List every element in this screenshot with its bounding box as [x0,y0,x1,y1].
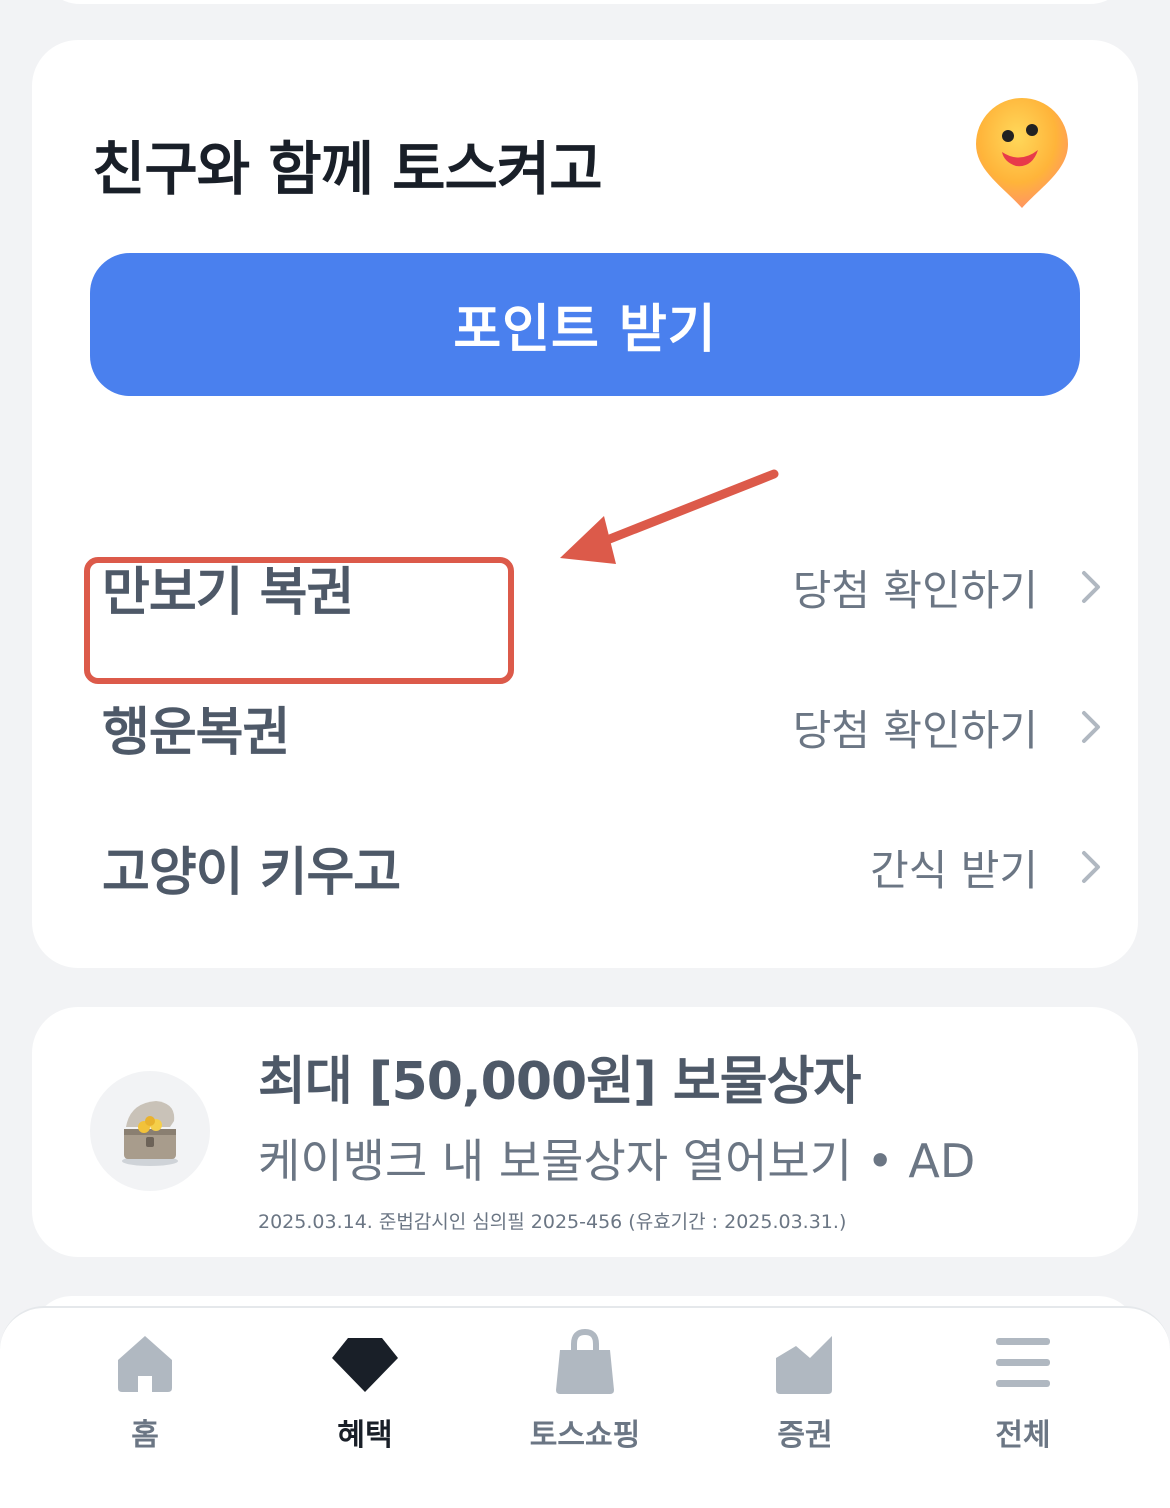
home-icon [118,1336,172,1392]
row-title: 행운복권 [102,702,290,763]
chevron-right-icon [1082,711,1100,743]
receive-points-button[interactable]: 포인트 받기 [90,253,1080,396]
card-title: 친구와 함께 토스켜고 [92,135,603,203]
ad-fine-print: 2025.03.14. 준법감시인 심의필 2025-456 (유효기간 : 2… [258,1211,847,1233]
chevron-right-icon [1082,571,1100,603]
treasure-chest-icon [90,1071,210,1191]
smiley-pin-icon [972,98,1072,210]
list-row-lucky-lottery[interactable]: 행운복권 당첨 확인하기 [102,677,1102,777]
tab-label: 증권 [777,1418,833,1453]
row-action: 당첨 확인하기 [792,705,1038,755]
list-row-pedometer-lottery[interactable]: 만보기 복권 당첨 확인하기 [102,537,1102,637]
list-row-cat-raising[interactable]: 고양이 키우고 간식 받기 [102,817,1102,917]
bottom-tab-bar: 홈 혜택 토스쇼핑 증권 전체 [0,1306,1170,1508]
row-action: 당첨 확인하기 [792,565,1038,615]
tab-label: 혜택 [337,1418,393,1453]
points-card: 친구와 함께 토스켜고 포인트 받기 만보기 복권 당첨 확인하기 행운복권 당… [32,40,1138,968]
ad-card[interactable]: 최대 [50,000원] 보물상자 케이뱅크 내 보물상자 열어보기 • AD … [32,1007,1138,1257]
tab-toss-shopping[interactable]: 토스쇼핑 [485,1328,685,1458]
tab-home[interactable]: 홈 [45,1328,245,1458]
row-title: 고양이 키우고 [102,842,401,903]
ad-title: 최대 [50,000원] 보물상자 [258,1052,861,1112]
chevron-right-icon [1082,851,1100,883]
previous-card-edge [40,0,1130,4]
row-action: 간식 받기 [870,845,1038,895]
shopping-bag-icon [556,1328,614,1394]
chart-icon [776,1336,832,1394]
menu-icon [996,1338,1050,1387]
tab-benefits[interactable]: 혜택 [265,1328,465,1458]
tab-securities[interactable]: 증권 [705,1328,905,1458]
diamond-icon [332,1338,398,1392]
tab-label: 전체 [995,1418,1051,1453]
tab-all[interactable]: 전체 [923,1328,1123,1458]
tab-label: 토스쇼핑 [529,1418,641,1453]
ad-subtitle: 케이뱅크 내 보물상자 열어보기 • AD [258,1134,976,1188]
row-title: 만보기 복권 [102,562,354,623]
tab-label: 홈 [131,1418,159,1453]
